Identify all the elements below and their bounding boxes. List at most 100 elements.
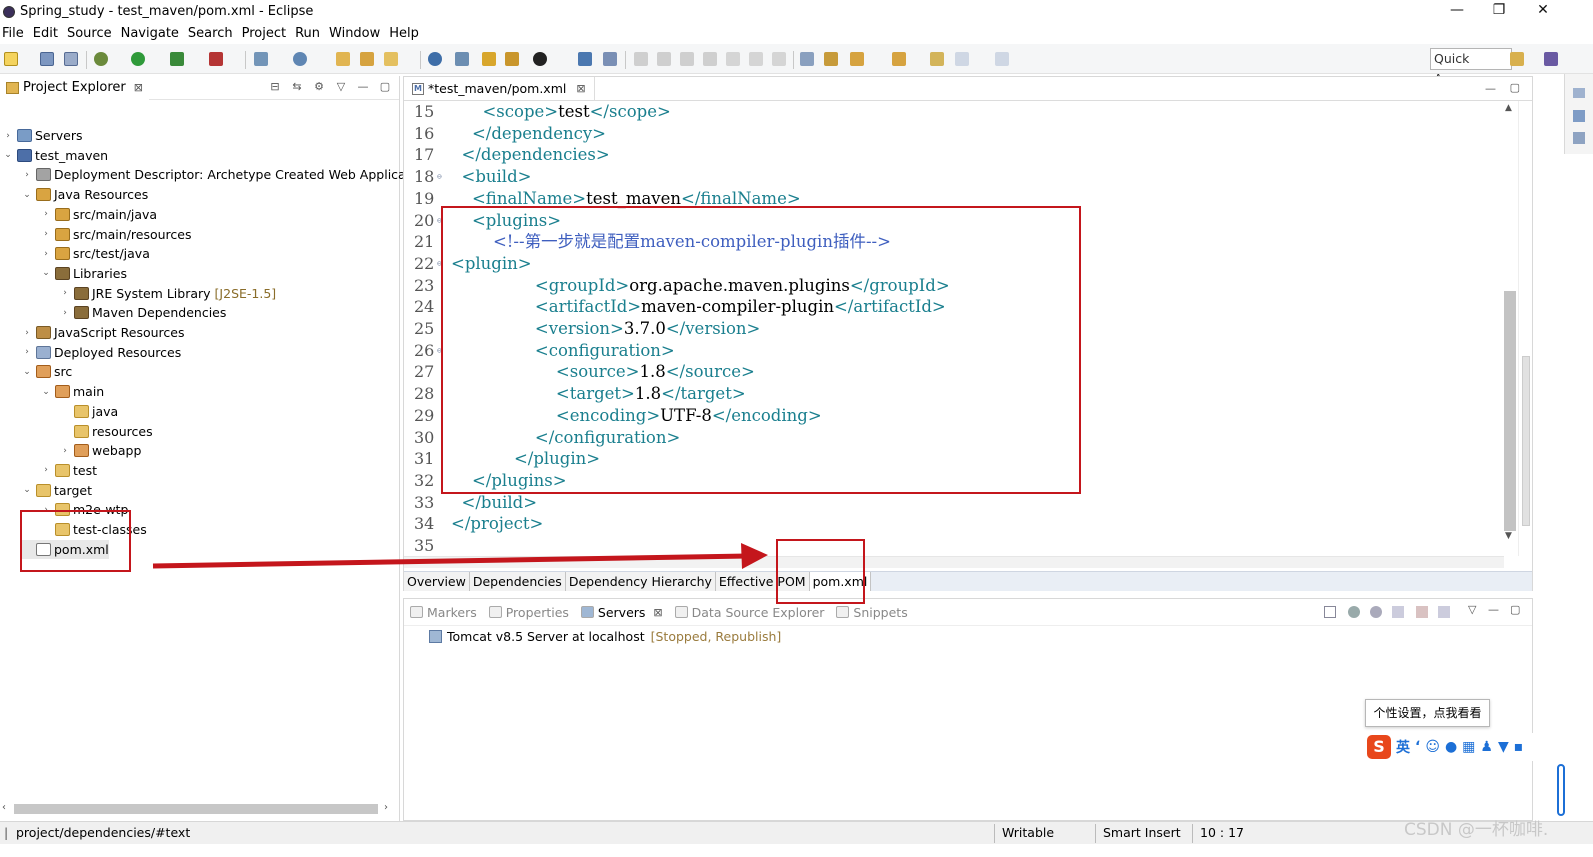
skip-breakpoints-icon[interactable]: [603, 52, 617, 66]
tree-item[interactable]: resources: [59, 422, 153, 441]
new-icon[interactable]: [4, 52, 18, 66]
tab-properties[interactable]: Properties: [483, 599, 575, 626]
close-tab-icon[interactable]: ⊠: [653, 606, 662, 619]
tree-item[interactable]: › Maven Dependencies: [59, 303, 226, 322]
back-icon[interactable]: [955, 52, 969, 66]
minimize-button[interactable]: —: [1447, 2, 1467, 20]
code-line[interactable]: </build>: [451, 492, 538, 514]
collapsed-chevron-icon[interactable]: ›: [21, 347, 33, 357]
collapsed-chevron-icon[interactable]: ›: [21, 328, 33, 338]
fold-toggle-icon[interactable]: ⊖: [437, 172, 445, 181]
console-icon[interactable]: [578, 52, 592, 66]
view-menu-icon[interactable]: ▽: [335, 81, 347, 93]
tree-item[interactable]: ⌄ test_maven: [2, 146, 108, 165]
maximize-button[interactable]: ❐: [1489, 2, 1509, 20]
page-tab-dependency-hierarchy[interactable]: Dependency Hierarchy: [565, 572, 716, 591]
page-tab-dependencies[interactable]: Dependencies: [469, 572, 566, 591]
code-line[interactable]: </dependencies>: [451, 144, 610, 166]
profile-server-icon[interactable]: [1392, 606, 1404, 618]
debug-server-icon[interactable]: [1348, 606, 1360, 618]
resume-icon[interactable]: [634, 52, 648, 66]
tree-item[interactable]: › JRE System Library [J2SE-1.5]: [59, 284, 276, 303]
collapsed-chevron-icon[interactable]: ›: [40, 229, 52, 239]
menu-edit[interactable]: Edit: [33, 26, 58, 41]
collapsed-chevron-icon[interactable]: ›: [21, 170, 33, 180]
next-annotation-icon[interactable]: [850, 52, 864, 66]
expanded-chevron-icon[interactable]: ⌄: [21, 367, 33, 377]
collapsed-chevron-icon[interactable]: ›: [2, 131, 14, 141]
tree-item[interactable]: ⌄ main: [40, 382, 104, 401]
perspective-icon[interactable]: [533, 52, 547, 66]
save-all-icon[interactable]: [64, 52, 78, 66]
maximize-editor-icon[interactable]: ▢: [1510, 81, 1520, 94]
jee-perspective-icon[interactable]: [1544, 52, 1558, 66]
new-java-project-icon[interactable]: [254, 52, 268, 66]
menu-run[interactable]: Run: [295, 26, 320, 41]
stop-external-icon[interactable]: [209, 52, 223, 66]
menu-help[interactable]: Help: [389, 26, 419, 41]
search-icon[interactable]: [384, 52, 398, 66]
annotation-icon[interactable]: [505, 52, 519, 66]
stop-server-icon[interactable]: [1416, 606, 1428, 618]
terminate-icon[interactable]: [680, 52, 694, 66]
collapsed-chevron-icon[interactable]: ›: [59, 288, 71, 298]
expanded-chevron-icon[interactable]: ⌄: [21, 190, 33, 200]
collapsed-chevron-icon[interactable]: ›: [59, 308, 71, 318]
publish-icon[interactable]: [1438, 606, 1450, 618]
tree-item[interactable]: › src/main/resources: [40, 225, 191, 244]
user-icon[interactable]: ♟: [1480, 739, 1493, 755]
web-browser-icon[interactable]: [428, 52, 442, 66]
collapsed-chevron-icon[interactable]: ›: [59, 446, 71, 456]
scroll-down-icon[interactable]: ▼: [1505, 531, 1512, 541]
tree-item[interactable]: ⌄ target: [21, 481, 92, 500]
toggle-block-selection-icon[interactable]: [824, 52, 838, 66]
collapse-icon[interactable]: [1324, 606, 1336, 618]
open-resource-icon[interactable]: [360, 52, 374, 66]
maximize-view-icon[interactable]: ▢: [1510, 603, 1520, 616]
microphone-icon[interactable]: ●: [1445, 739, 1457, 755]
tree-item[interactable]: › JavaScript Resources: [21, 323, 184, 342]
run-icon[interactable]: [131, 52, 145, 66]
code-line[interactable]: </dependency>: [451, 123, 606, 145]
link-with-editor-icon[interactable]: ⇆: [291, 81, 303, 93]
expanded-chevron-icon[interactable]: ⌄: [40, 268, 52, 278]
menu-navigate[interactable]: Navigate: [121, 26, 179, 41]
menu-project[interactable]: Project: [242, 26, 286, 41]
previous-annotation-icon[interactable]: [892, 52, 906, 66]
tree-item[interactable]: ⌄ Libraries: [40, 264, 127, 283]
maximize-view-icon[interactable]: ▢: [379, 81, 391, 93]
menu-search[interactable]: Search: [188, 26, 233, 41]
outline-icon[interactable]: [1573, 110, 1585, 122]
code-line[interactable]: </project>: [451, 513, 543, 535]
keyboard-icon[interactable]: ▦: [1462, 739, 1475, 755]
close-tab-icon[interactable]: ⊠: [576, 82, 585, 95]
menu-source[interactable]: Source: [67, 26, 112, 41]
step-into-icon[interactable]: [726, 52, 740, 66]
external-tools-icon[interactable]: [455, 52, 469, 66]
last-edit-location-icon[interactable]: [930, 52, 944, 66]
close-button[interactable]: ✕: [1533, 2, 1553, 20]
step-return-icon[interactable]: [772, 52, 786, 66]
expanded-chevron-icon[interactable]: ⌄: [40, 387, 52, 397]
tree-item[interactable]: java: [59, 402, 118, 421]
tree-item[interactable]: › src/test/java: [40, 244, 150, 263]
server-row[interactable]: Tomcat v8.5 Server at localhost [Stopped…: [429, 629, 781, 644]
disconnect-icon[interactable]: [703, 52, 717, 66]
quick-access-input[interactable]: Quick Access: [1430, 48, 1512, 86]
save-icon[interactable]: [40, 52, 54, 66]
ime-language-toggle[interactable]: 英: [1396, 737, 1410, 757]
scroll-up-icon[interactable]: ▲: [1505, 103, 1512, 113]
tree-item[interactable]: ⌄ Java Resources: [21, 185, 148, 204]
scroll-right-icon[interactable]: ›: [384, 802, 388, 813]
toolbox-icon[interactable]: ▪: [1514, 739, 1524, 755]
tree-item[interactable]: › Deployed Resources: [21, 343, 181, 362]
editor-vertical-scrollbar[interactable]: ▲ ▼: [1502, 101, 1518, 543]
menu-file[interactable]: File: [2, 26, 24, 41]
expanded-chevron-icon[interactable]: ⌄: [2, 150, 14, 160]
toggle-mark-occurrences-icon[interactable]: [800, 52, 814, 66]
filter-icon[interactable]: ⚙: [313, 81, 325, 93]
minimize-editor-icon[interactable]: —: [1485, 82, 1496, 95]
open-perspective-icon[interactable]: [1510, 52, 1524, 66]
project-explorer-tab[interactable]: Project Explorer ⊠: [0, 75, 149, 100]
expanded-chevron-icon[interactable]: ⌄: [21, 485, 33, 495]
